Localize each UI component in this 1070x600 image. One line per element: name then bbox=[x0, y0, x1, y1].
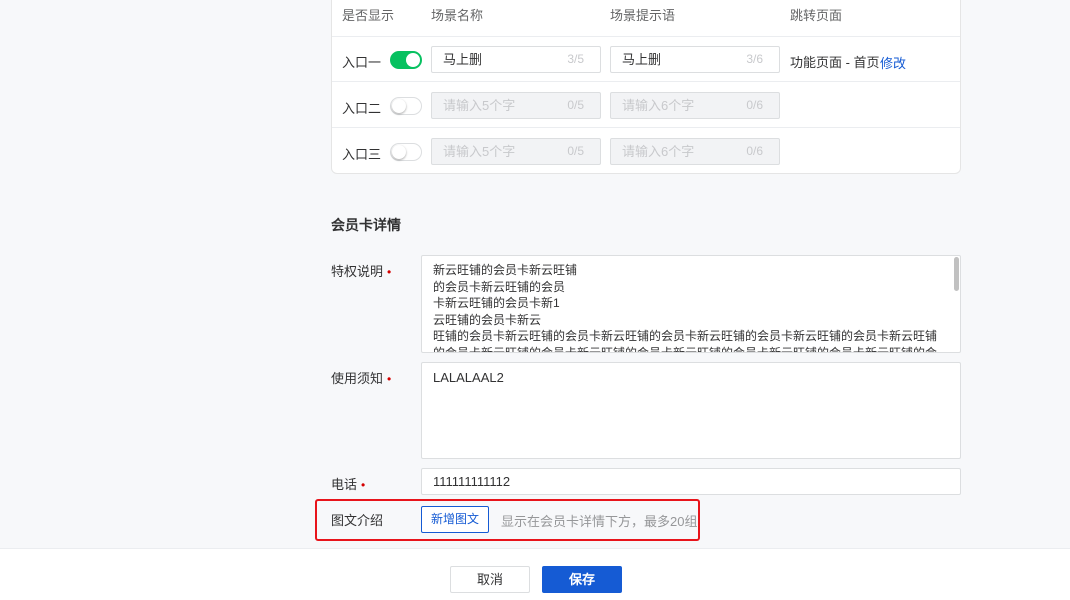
privilege-line: 新云旺铺的会员卡新云旺铺 bbox=[433, 263, 578, 277]
entry-3-name-placeholder: 请输入5个字 bbox=[443, 144, 516, 159]
privilege-textarea[interactable]: 新云旺铺的会员卡新云旺铺 的会员卡新云旺铺的会员 卡新云旺铺的会员卡新1 云旺铺… bbox=[421, 255, 961, 353]
phone-input[interactable]: 111111111112 bbox=[421, 468, 961, 495]
privilege-line: 的会员卡新云旺铺的会员卡新云旺铺的会员卡新云旺铺的会员卡新云旺铺的会员卡新云旺铺… bbox=[433, 345, 938, 353]
entry-table: 是否显示 场景名称 场景提示语 跳转页面 入口一 马上删 3/5 马上删 3/6… bbox=[331, 0, 961, 174]
entry-1-edit-link[interactable]: 修改 bbox=[880, 53, 906, 72]
entry-1-jump-page: 功能页面 - 首页 bbox=[790, 55, 880, 70]
entry-3-tip-placeholder: 请输入6个字 bbox=[622, 144, 695, 159]
notice-value: LALALAAL2 bbox=[433, 370, 504, 385]
page-content: 是否显示 场景名称 场景提示语 跳转页面 入口一 马上删 3/5 马上删 3/6… bbox=[0, 0, 1070, 548]
entry-1-name-value: 马上删 bbox=[443, 52, 483, 67]
required-mark: • bbox=[387, 265, 392, 279]
entry-1-toggle[interactable] bbox=[390, 51, 422, 69]
cancel-button[interactable]: 取消 bbox=[450, 566, 530, 593]
section-title: 会员卡详情 bbox=[331, 217, 401, 233]
divider bbox=[332, 36, 960, 37]
divider bbox=[332, 81, 960, 82]
notice-label-text: 使用须知 bbox=[331, 371, 384, 386]
phone-label-text: 电话 bbox=[331, 477, 358, 492]
entry-2-name-placeholder: 请输入5个字 bbox=[443, 98, 516, 113]
entry-3-name-count: 0/5 bbox=[567, 144, 584, 158]
entry-3-tip-input[interactable]: 请输入6个字 0/6 bbox=[610, 138, 780, 165]
privilege-line: 的会员卡新云旺铺的会员 bbox=[433, 279, 566, 294]
privilege-line: 云旺铺的会员卡新云 bbox=[433, 312, 542, 327]
toggle-knob bbox=[392, 99, 406, 113]
entry-2-tip-input[interactable]: 请输入6个字 0/6 bbox=[610, 92, 780, 119]
entry-1-name-input[interactable]: 马上删 3/5 bbox=[431, 46, 601, 73]
header-show: 是否显示 bbox=[342, 8, 395, 23]
scrollbar[interactable] bbox=[954, 257, 959, 291]
header-jump-page: 跳转页面 bbox=[790, 8, 843, 23]
notice-label: 使用须知 • bbox=[331, 368, 391, 387]
highlight-box bbox=[315, 499, 700, 541]
entry-2-name-input[interactable]: 请输入5个字 0/5 bbox=[431, 92, 601, 119]
entry-1-name-count: 3/5 bbox=[567, 52, 584, 66]
entry-2-tip-count: 0/6 bbox=[746, 98, 763, 112]
privilege-label: 特权说明 • bbox=[331, 261, 391, 280]
entry-3-tip-count: 0/6 bbox=[746, 144, 763, 158]
entry-1-tip-count: 3/6 bbox=[746, 52, 763, 66]
entry-2-name-count: 0/5 bbox=[567, 98, 584, 112]
phone-label: 电话 • bbox=[331, 474, 365, 493]
header-scene-name: 场景名称 bbox=[431, 8, 484, 23]
toggle-knob bbox=[406, 53, 420, 67]
entry-3-name-input[interactable]: 请输入5个字 0/5 bbox=[431, 138, 601, 165]
toggle-knob bbox=[392, 145, 406, 159]
footer-bar: 取消 保存 bbox=[0, 548, 1070, 600]
notice-textarea[interactable]: LALALAAL2 bbox=[421, 362, 961, 459]
entry-2-toggle[interactable] bbox=[390, 97, 422, 115]
entry-1-tip-value: 马上删 bbox=[622, 52, 662, 67]
save-button[interactable]: 保存 bbox=[542, 566, 622, 593]
entry-label-3: 入口三 bbox=[342, 147, 382, 162]
entry-1-tip-input[interactable]: 马上删 3/6 bbox=[610, 46, 780, 73]
privilege-line: 卡新云旺铺的会员卡新1 bbox=[433, 296, 560, 310]
entry-3-toggle[interactable] bbox=[390, 143, 422, 161]
header-scene-tip: 场景提示语 bbox=[610, 8, 676, 23]
entry-2-tip-placeholder: 请输入6个字 bbox=[622, 98, 695, 113]
required-mark: • bbox=[387, 372, 392, 386]
privilege-label-text: 特权说明 bbox=[331, 264, 384, 279]
entry-label-1: 入口一 bbox=[342, 55, 382, 70]
phone-value: 111111111112 bbox=[433, 474, 511, 489]
divider bbox=[332, 127, 960, 128]
entry-label-2: 入口二 bbox=[342, 101, 382, 116]
required-mark: • bbox=[361, 478, 366, 492]
privilege-line: 旺铺的会员卡新云旺铺的会员卡新云旺铺的会员卡新云旺铺的会员卡新云旺铺的会员卡新云… bbox=[433, 329, 938, 343]
